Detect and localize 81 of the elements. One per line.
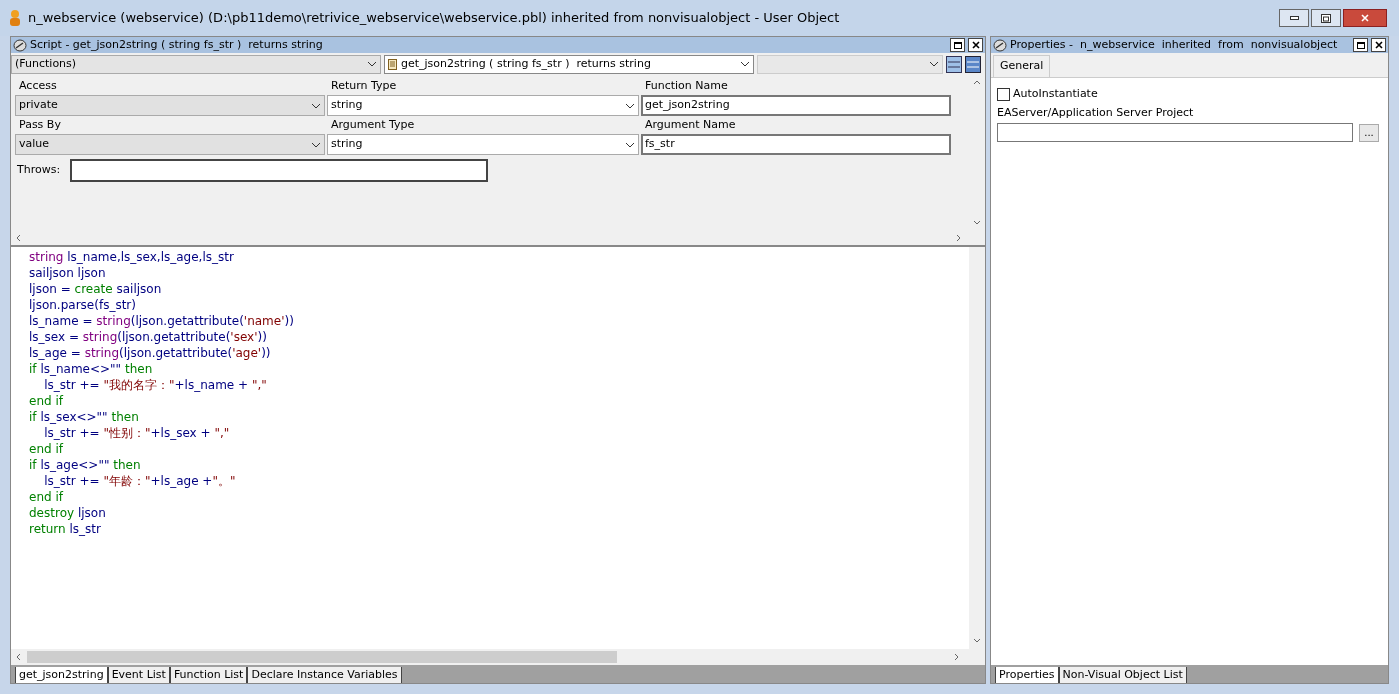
code-line: ls_str += "年龄："+ls_age +"。"	[43, 473, 237, 489]
close-button[interactable]	[1371, 38, 1386, 52]
code-line: ls_age = string(ljson.getattribute('age'))	[29, 345, 272, 361]
pane-title: Properties - n_webservice inherited from nonvisualobject	[1010, 36, 1339, 53]
dropdown-field[interactable]: private	[15, 95, 325, 116]
close-icon	[971, 41, 980, 49]
window-title: n_webservice (webservice) (D:\pb11demo\retrivice_webservice\webservice.pbl) inherited from nonvisualobject - User Object	[28, 9, 841, 28]
sheet-tab[interactable]: Non-Visual Object List	[1058, 667, 1187, 683]
field-label: Function Name	[644, 78, 729, 94]
checkbox[interactable]	[997, 87, 1010, 101]
minimize-button[interactable]	[1279, 9, 1309, 27]
sheet-tab[interactable]: Properties	[995, 667, 1059, 683]
general-tab[interactable]: General	[993, 55, 1051, 77]
sheet-tab[interactable]: Event List	[107, 667, 170, 683]
scroll-down-icon[interactable]	[973, 637, 981, 645]
code-line: if ls_age<>"" then	[29, 457, 142, 473]
code-line: ls_name = string(ljson.getattribute('name'))	[29, 313, 295, 329]
code-line: ls_sex = string(ljson.getattribute('sex'))	[29, 329, 268, 345]
code-line: string ls_name,ls_sex,ls_age,ls_str	[29, 249, 235, 265]
close-icon	[1374, 41, 1383, 49]
throws-label: Throws:	[16, 162, 61, 179]
chevron-down-icon	[929, 61, 939, 67]
sheet-tab[interactable]: Function List	[169, 667, 248, 683]
maximize-button[interactable]	[950, 38, 965, 52]
text-field[interactable]: get_json2string	[641, 95, 951, 116]
dropdown-field[interactable]: string	[327, 134, 639, 155]
restore-button[interactable]	[1311, 9, 1341, 27]
sheet-tab[interactable]: Declare Instance Variables	[247, 667, 402, 683]
script-page-icon	[388, 58, 397, 70]
scroll-left-icon[interactable]	[15, 653, 23, 661]
dropdown-field[interactable]: string	[327, 95, 639, 116]
scrollbar-thumb[interactable]	[27, 651, 617, 663]
code-line: destroy ljson	[29, 505, 107, 521]
browse-button[interactable]: ...	[1359, 123, 1379, 142]
checkbox-label: AutoInstantiate	[1013, 86, 1098, 102]
minimize-icon	[1289, 16, 1299, 20]
field-label: Argument Type	[330, 117, 416, 133]
code-line: sailjson ljson	[29, 265, 107, 281]
chevron-down-icon	[625, 141, 635, 148]
script-icon	[993, 38, 1007, 52]
user-object-icon	[8, 9, 22, 27]
chevron-down-icon	[311, 102, 321, 109]
field-label: Pass By	[18, 117, 62, 133]
project-field[interactable]	[997, 123, 1353, 142]
sheet-tab[interactable]: get_json2string	[15, 667, 108, 683]
code-line: end if	[29, 393, 65, 409]
scroll-left-icon[interactable]	[15, 234, 23, 242]
code-line: ljson = create sailjson	[29, 281, 163, 297]
code-line: end if	[29, 489, 65, 505]
field-label: Access	[18, 78, 58, 94]
scroll-up-icon[interactable]	[973, 79, 981, 87]
pane-title: Script - get_json2string ( string fs_str ) returns string	[30, 36, 324, 53]
code-line: return ls_str	[29, 521, 102, 537]
close-icon	[1361, 14, 1369, 22]
field-label: Return Type	[330, 78, 398, 94]
code-line: if ls_name<>"" then	[29, 361, 154, 377]
layout-icon[interactable]	[965, 55, 981, 73]
field-label: Argument Name	[644, 117, 737, 133]
code-line: end if	[29, 441, 65, 457]
script-icon	[13, 38, 27, 52]
scroll-right-icon[interactable]	[955, 234, 963, 242]
function-dropdown[interactable]: get_json2string ( string fs_str ) returns string	[384, 54, 754, 74]
text-field[interactable]: fs_str	[641, 134, 951, 155]
code-line: if ls_sex<>"" then	[29, 409, 140, 425]
code-line: ljson.parse(fs_str)	[29, 297, 137, 313]
maximize-button[interactable]	[1353, 38, 1368, 52]
code-line: ls_str += "性别："+ls_sex + ","	[43, 425, 231, 441]
object-dropdown[interactable]: (Functions)	[11, 54, 381, 74]
scroll-down-icon[interactable]	[973, 219, 981, 227]
dropdown-field[interactable]: value	[15, 134, 325, 155]
chevron-down-icon	[311, 141, 321, 148]
code-line: ls_str += "我的名字："+ls_name + ","	[43, 377, 268, 393]
restore-icon	[1321, 13, 1331, 23]
close-button[interactable]	[968, 38, 983, 52]
project-label: EAServer/Application Server Project	[997, 104, 1195, 121]
scroll-right-icon[interactable]	[953, 653, 961, 661]
layout-icon[interactable]	[946, 55, 962, 73]
throws-field[interactable]	[70, 159, 489, 182]
chevron-down-icon	[740, 61, 750, 67]
chevron-down-icon	[367, 61, 377, 67]
chevron-down-icon	[625, 102, 635, 109]
